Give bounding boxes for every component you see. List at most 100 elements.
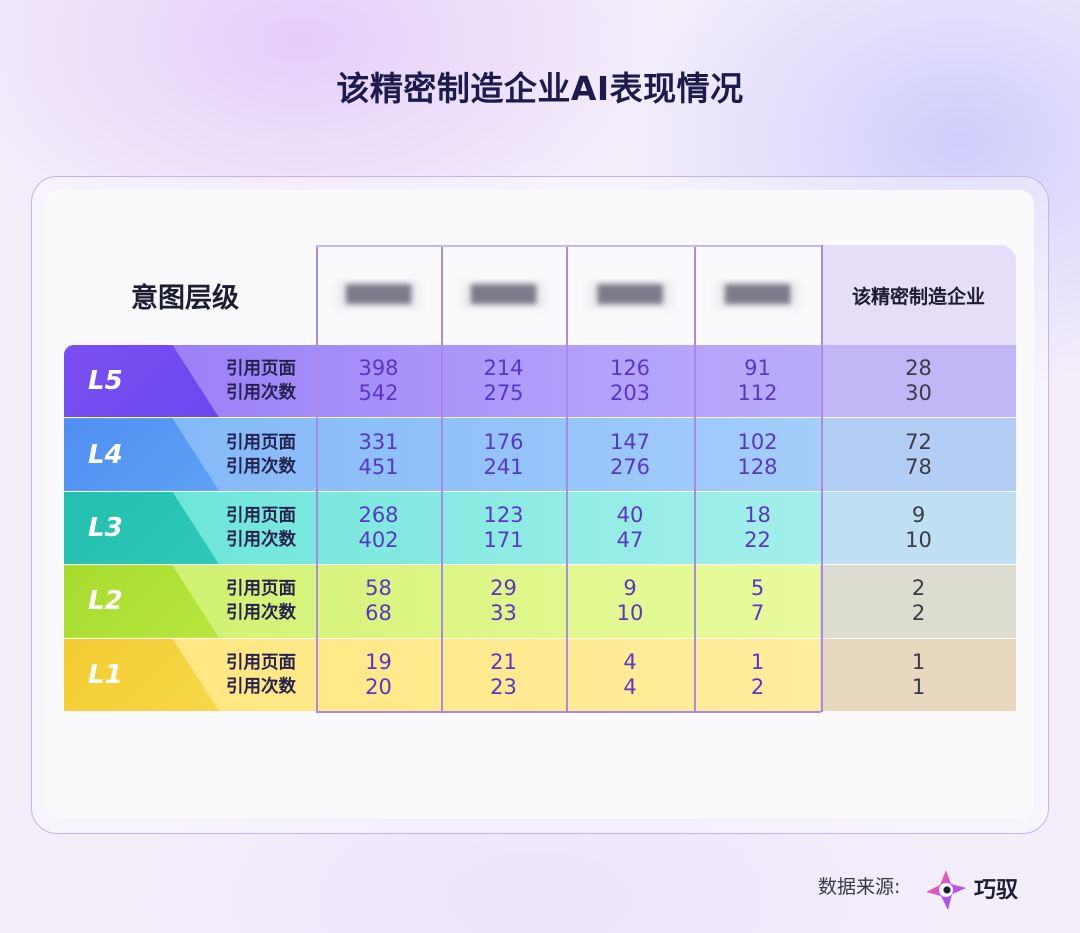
column-header-blurred: █████	[316, 245, 441, 345]
metric-label-counts: 引用次数	[226, 456, 296, 477]
level-label: L2	[88, 586, 123, 617]
data-cell: 268 402	[316, 492, 441, 564]
cell-value-pages: 72	[905, 429, 932, 454]
data-cell: 12	[694, 639, 821, 711]
cell-value-counts: 276	[609, 454, 651, 479]
redacted-label: █████	[587, 281, 673, 309]
cell-value-pages: 1	[911, 649, 926, 674]
cell-value-pages: 18	[744, 502, 771, 527]
metric-labels: 引用页面 引用次数	[214, 639, 296, 711]
cell-value-counts: 30	[905, 381, 932, 406]
cell-value-pages: 4	[623, 649, 637, 674]
data-cell: 398 542	[316, 345, 441, 417]
cell-value-counts: 4	[623, 674, 637, 699]
cell-value-counts: 23	[490, 674, 517, 699]
data-cell: 9 10	[821, 492, 1016, 564]
data-cell: 40 47	[566, 492, 694, 564]
metric-labels: 引用页面 引用次数	[214, 418, 296, 490]
cell-value-pages: 28	[905, 356, 932, 381]
table-row-l1: L1 引用页面 引用次数 19 20 21 23 4 4 1 2 1 1	[64, 638, 1016, 711]
data-cell: 28 30	[821, 345, 1016, 417]
metric-labels: 引用页面 引用次数	[214, 565, 296, 637]
data-cell: 176 241	[441, 418, 566, 490]
table-row-l5: L5 引用页面 引用次数 398 542 214 275 126 203 91 112 28 30	[64, 345, 1016, 418]
cell-value-pages: 147	[609, 429, 651, 454]
cell-value-pages: 19	[365, 649, 392, 674]
cell-value-pages: 126	[609, 356, 651, 381]
cell-value-counts: 203	[609, 381, 651, 406]
data-cell: 22	[821, 565, 1016, 637]
cell-value-pages: 5	[750, 576, 765, 601]
metric-label-counts: 引用次数	[226, 529, 296, 550]
cell-value-counts: 10	[905, 527, 932, 552]
cell-value-pages: 1	[750, 649, 765, 674]
cell-value-counts: 7	[750, 601, 765, 626]
data-cell: 11	[821, 639, 1016, 711]
metric-label-pages: 引用页面	[226, 359, 296, 380]
cell-value-pages: 91	[744, 356, 771, 381]
cell-value-counts: 542	[358, 381, 399, 406]
data-cell: 57	[694, 565, 821, 637]
data-cell: 18 22	[694, 492, 821, 564]
cell-value-counts: 2	[911, 601, 926, 626]
column-divider	[316, 245, 318, 712]
cell-value-pages: 176	[483, 429, 524, 454]
cell-value-pages: 40	[616, 502, 644, 527]
data-source-label: 数据来源:	[818, 876, 901, 898]
level-label: L1	[88, 659, 123, 690]
table-row-l3: L3 引用页面 引用次数 268 402 123 171 40 47 18 22 9 10	[64, 491, 1016, 565]
qiaoyu-logo-icon	[926, 870, 966, 910]
cell-value-counts: 171	[483, 527, 524, 552]
metric-label-pages: 引用页面	[226, 652, 296, 673]
intent-level-header: 意图层级	[131, 282, 239, 314]
data-cell: 331 451	[316, 418, 441, 490]
redacted-label: █████	[714, 281, 801, 309]
cell-value-counts: 2	[750, 674, 765, 699]
data-cell: 214 275	[441, 345, 566, 417]
data-cell: 9 10	[566, 565, 694, 637]
table-row-l4: L4 引用页面 引用次数 331 451 176 241 147 276 102 128 72 78	[64, 418, 1016, 491]
page-title: 该精密制造企业AI表现情况	[336, 69, 744, 108]
cell-value-counts: 10	[616, 601, 644, 626]
column-header-blurred: █████	[441, 245, 566, 345]
cell-value-counts: 68	[365, 601, 392, 626]
level-label: L4	[88, 439, 123, 470]
cell-value-counts: 78	[905, 454, 932, 479]
cell-value-pages: 331	[358, 429, 399, 454]
cell-value-pages: 398	[358, 356, 399, 381]
metric-label-pages: 引用页面	[226, 505, 296, 526]
cell-value-pages: 21	[490, 649, 517, 674]
brand-name: 巧驭	[974, 878, 1019, 903]
level-label: L5	[88, 366, 123, 397]
cell-value-counts: 241	[483, 454, 524, 479]
data-cell: 58 68	[316, 565, 441, 637]
cell-value-pages: 58	[365, 576, 392, 601]
metric-label-counts: 引用次数	[226, 603, 296, 624]
column-header-label: 该精密制造企业	[851, 285, 985, 308]
cell-value-counts: 128	[737, 454, 778, 479]
cell-value-counts: 402	[358, 527, 399, 552]
data-cell: 126 203	[566, 345, 694, 417]
data-cell: 44	[566, 639, 694, 711]
metric-label-counts: 引用次数	[226, 676, 296, 697]
cell-value-counts: 275	[483, 381, 524, 406]
table-row-l2: L2 引用页面 引用次数 58 68 29 33 9 10 5 7 2 2	[64, 565, 1016, 638]
cell-value-counts: 112	[737, 381, 778, 406]
cell-value-pages: 123	[483, 502, 524, 527]
table-bottom-border	[316, 711, 821, 713]
cell-value-pages: 2	[911, 576, 926, 601]
cell-value-counts: 22	[744, 527, 771, 552]
column-divider	[694, 245, 696, 712]
redacted-label: █████	[460, 281, 547, 309]
cell-value-pages: 102	[737, 429, 778, 454]
metric-label-pages: 引用页面	[226, 432, 296, 453]
data-cell: 91 112	[694, 345, 821, 417]
cell-value-counts: 47	[616, 527, 644, 552]
data-cell: 29 33	[441, 565, 566, 637]
data-cell: 147 276	[566, 418, 694, 490]
metric-labels: 引用页面 引用次数	[214, 345, 296, 417]
metric-label-pages: 引用页面	[226, 579, 296, 600]
metric-labels: 引用页面 引用次数	[214, 492, 296, 564]
column-divider	[821, 245, 823, 712]
cell-value-pages: 29	[490, 576, 517, 601]
